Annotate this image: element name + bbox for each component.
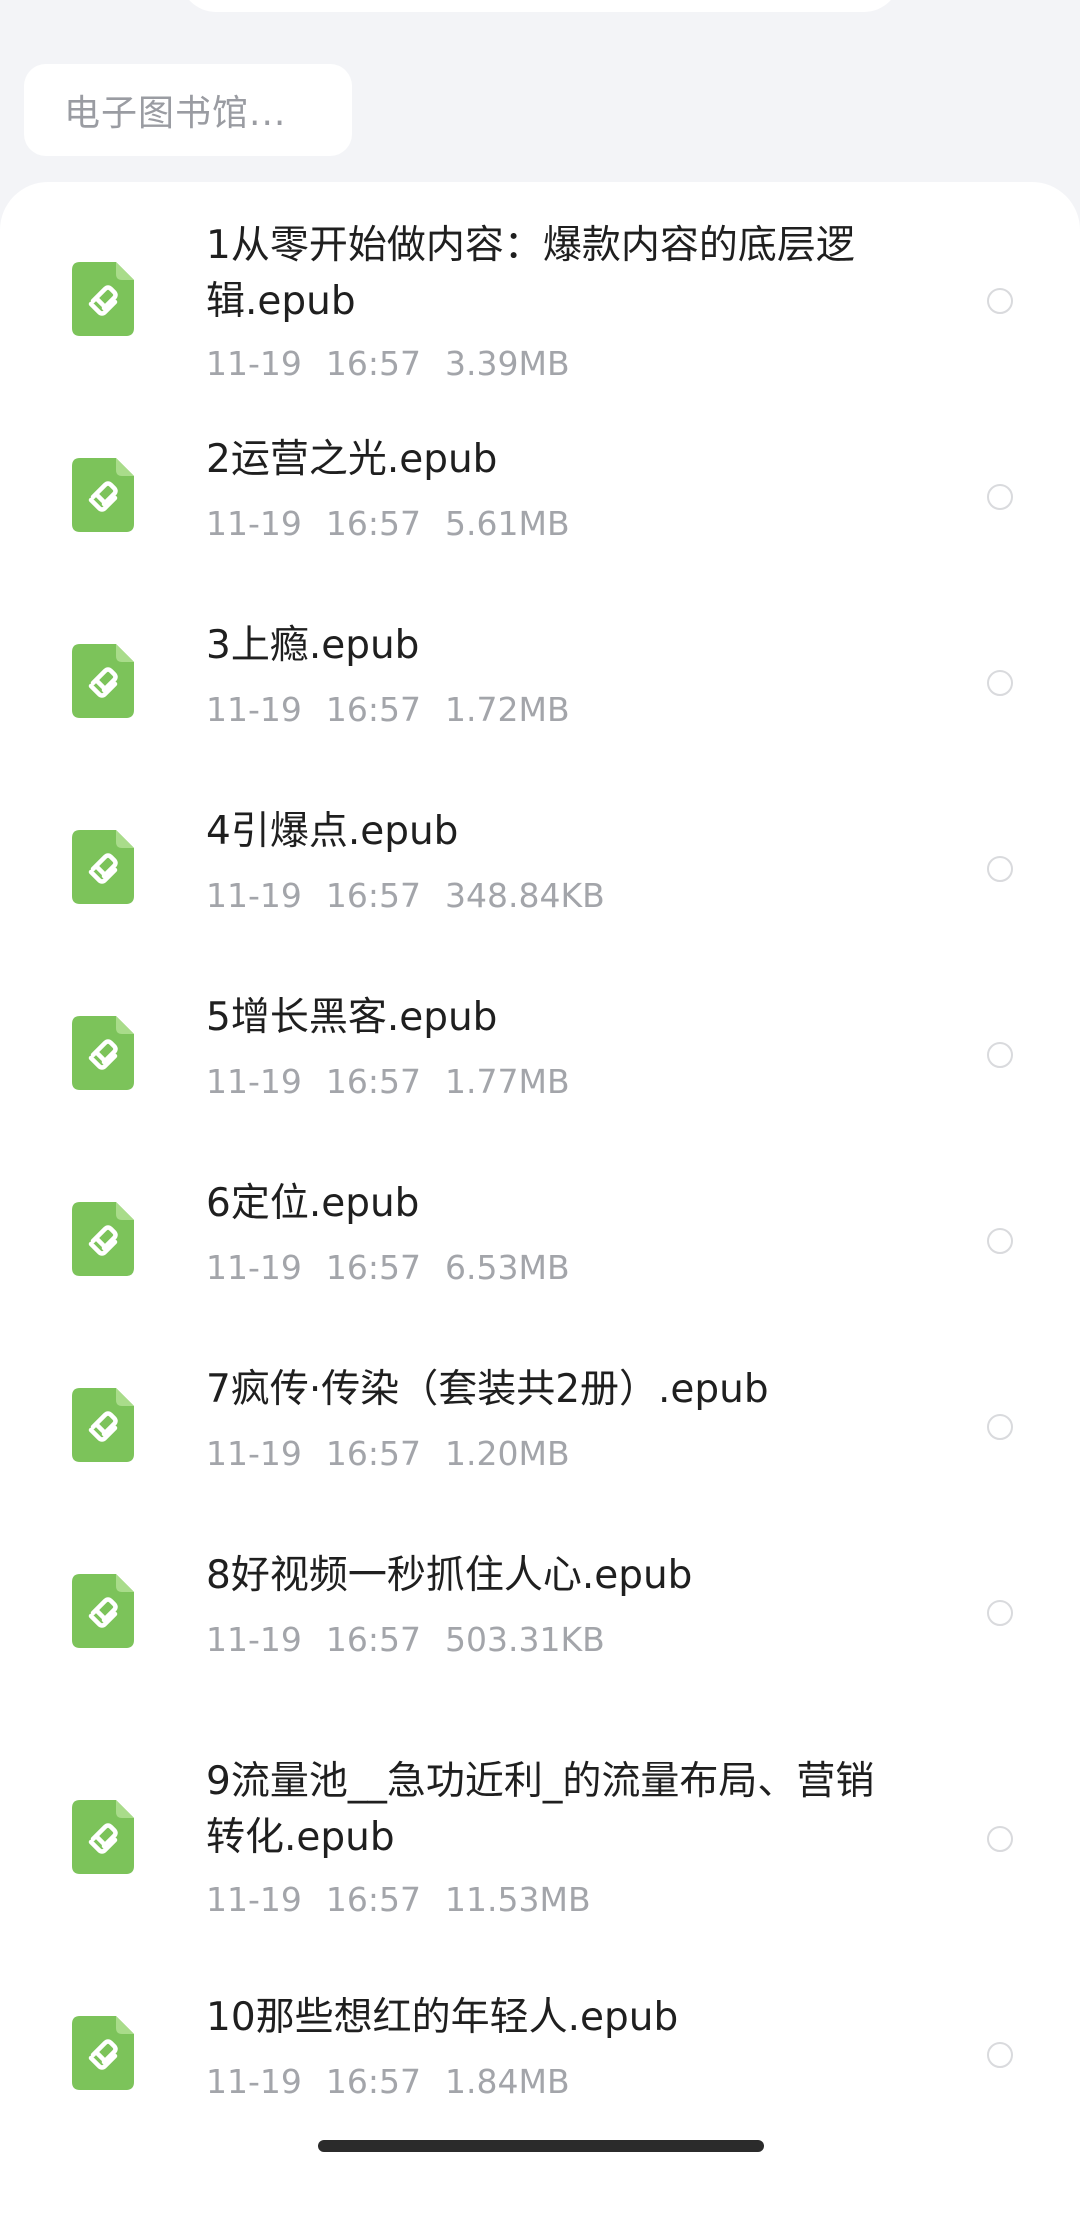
file-meta: 11-19 16:57 1.72MB	[206, 690, 594, 730]
epub-file-icon	[72, 1202, 134, 1276]
list-item[interactable]: 6定位.epub 11-19 16:57 6.53MB	[0, 1140, 1080, 1326]
file-date: 11-19	[206, 1880, 302, 1919]
file-name: 4引爆点.epub	[206, 809, 459, 854]
epub-file-icon	[72, 2016, 134, 2090]
file-name: 3上瘾.epub	[206, 623, 420, 668]
file-time: 16:57	[325, 1248, 421, 1287]
select-radio[interactable]	[987, 1042, 1013, 1068]
file-date: 11-19	[206, 504, 302, 543]
select-radio[interactable]	[987, 484, 1013, 510]
file-name: 9流量池__急功近利_的流量布局、营销转化.epub	[206, 1759, 875, 1860]
file-size: 1.77MB	[445, 1062, 570, 1101]
epub-file-icon	[72, 458, 134, 532]
breadcrumb[interactable]: 电子图书馆...	[24, 64, 352, 156]
file-date: 11-19	[206, 1062, 302, 1101]
file-name: 5增长黑客.epub	[206, 995, 498, 1040]
file-name: 6定位.epub	[206, 1181, 420, 1226]
select-radio[interactable]	[987, 670, 1013, 696]
epub-file-icon	[72, 1574, 134, 1648]
list-item[interactable]: 7疯传·传染（套装共2册）.epub 11-19 16:57 1.20MB	[0, 1326, 1080, 1512]
file-size: 11.53MB	[445, 1880, 591, 1919]
file-name: 7疯传·传染（套装共2册）.epub	[206, 1367, 769, 1412]
file-size: 348.84KB	[445, 876, 605, 915]
list-item[interactable]: 4引爆点.epub 11-19 16:57 348.84KB	[0, 768, 1080, 954]
file-meta: 11-19 16:57 1.84MB	[206, 2062, 594, 2102]
file-date: 11-19	[206, 1248, 302, 1287]
file-date: 11-19	[206, 2062, 302, 2101]
list-item[interactable]: 5增长黑客.epub 11-19 16:57 1.77MB	[0, 954, 1080, 1140]
select-radio[interactable]	[987, 856, 1013, 882]
breadcrumb-label: 电子图书馆...	[64, 93, 287, 134]
select-radio[interactable]	[987, 2042, 1013, 2068]
file-size: 1.20MB	[445, 1434, 570, 1473]
list-item[interactable]: 2运营之光.epub 11-19 16:57 5.61MB	[0, 396, 1080, 582]
file-time: 16:57	[325, 504, 421, 543]
file-date: 11-19	[206, 690, 302, 729]
search-bar[interactable]	[180, 0, 900, 12]
file-time: 16:57	[325, 2062, 421, 2101]
epub-file-icon	[72, 644, 134, 718]
file-meta: 11-19 16:57 1.77MB	[206, 1062, 594, 1102]
file-list: 1从零开始做内容：爆款内容的底层逻辑.epub 11-19 16:57 3.39MB…	[0, 182, 1080, 2232]
file-date: 11-19	[206, 344, 302, 383]
file-meta: 11-19 16:57 5.61MB	[206, 504, 594, 544]
file-time: 16:57	[325, 1880, 421, 1919]
file-name: 1从零开始做内容：爆款内容的底层逻辑.epub	[206, 223, 855, 324]
file-meta: 11-19 16:57 348.84KB	[206, 876, 629, 916]
epub-file-icon	[72, 1016, 134, 1090]
select-radio[interactable]	[987, 1228, 1013, 1254]
file-time: 16:57	[325, 1062, 421, 1101]
file-meta: 11-19 16:57 11.53MB	[206, 1880, 615, 1920]
select-radio[interactable]	[987, 288, 1013, 314]
list-item[interactable]: 3上瘾.epub 11-19 16:57 1.72MB	[0, 582, 1080, 768]
file-meta: 11-19 16:57 503.31KB	[206, 1620, 629, 1660]
file-size: 6.53MB	[445, 1248, 570, 1287]
file-size: 503.31KB	[445, 1620, 605, 1659]
file-name: 2运营之光.epub	[206, 437, 498, 482]
epub-file-icon	[72, 1388, 134, 1462]
file-date: 11-19	[206, 876, 302, 915]
file-time: 16:57	[325, 1620, 421, 1659]
file-date: 11-19	[206, 1434, 302, 1473]
file-meta: 11-19 16:57 1.20MB	[206, 1434, 594, 1474]
epub-file-icon	[72, 1800, 134, 1874]
select-radio[interactable]	[987, 1600, 1013, 1626]
file-time: 16:57	[325, 1434, 421, 1473]
file-name: 10那些想红的年轻人.epub	[206, 1995, 679, 2040]
list-item[interactable]: 8好视频一秒抓住人心.epub 11-19 16:57 503.31KB	[0, 1512, 1080, 1698]
list-item[interactable]: 1从零开始做内容：爆款内容的底层逻辑.epub 11-19 16:57 3.39MB	[0, 182, 1080, 396]
file-size: 1.72MB	[445, 690, 570, 729]
file-size: 3.39MB	[445, 344, 570, 383]
list-item[interactable]: 10那些想红的年轻人.epub 11-19 16:57 1.84MB	[0, 1938, 1080, 2138]
select-radio[interactable]	[987, 1826, 1013, 1852]
file-time: 16:57	[325, 876, 421, 915]
file-meta: 11-19 16:57 6.53MB	[206, 1248, 594, 1288]
file-date: 11-19	[206, 1620, 302, 1659]
file-time: 16:57	[325, 690, 421, 729]
home-indicator[interactable]	[318, 2140, 764, 2152]
list-item[interactable]: 9流量池__急功近利_的流量布局、营销转化.epub 11-19 16:57 11.…	[0, 1698, 1080, 1938]
file-meta: 11-19 16:57 3.39MB	[206, 344, 594, 384]
file-size: 5.61MB	[445, 504, 570, 543]
epub-file-icon	[72, 262, 134, 336]
file-time: 16:57	[325, 344, 421, 383]
file-size: 1.84MB	[445, 2062, 570, 2101]
epub-file-icon	[72, 830, 134, 904]
file-name: 8好视频一秒抓住人心.epub	[206, 1553, 693, 1598]
select-radio[interactable]	[987, 1414, 1013, 1440]
